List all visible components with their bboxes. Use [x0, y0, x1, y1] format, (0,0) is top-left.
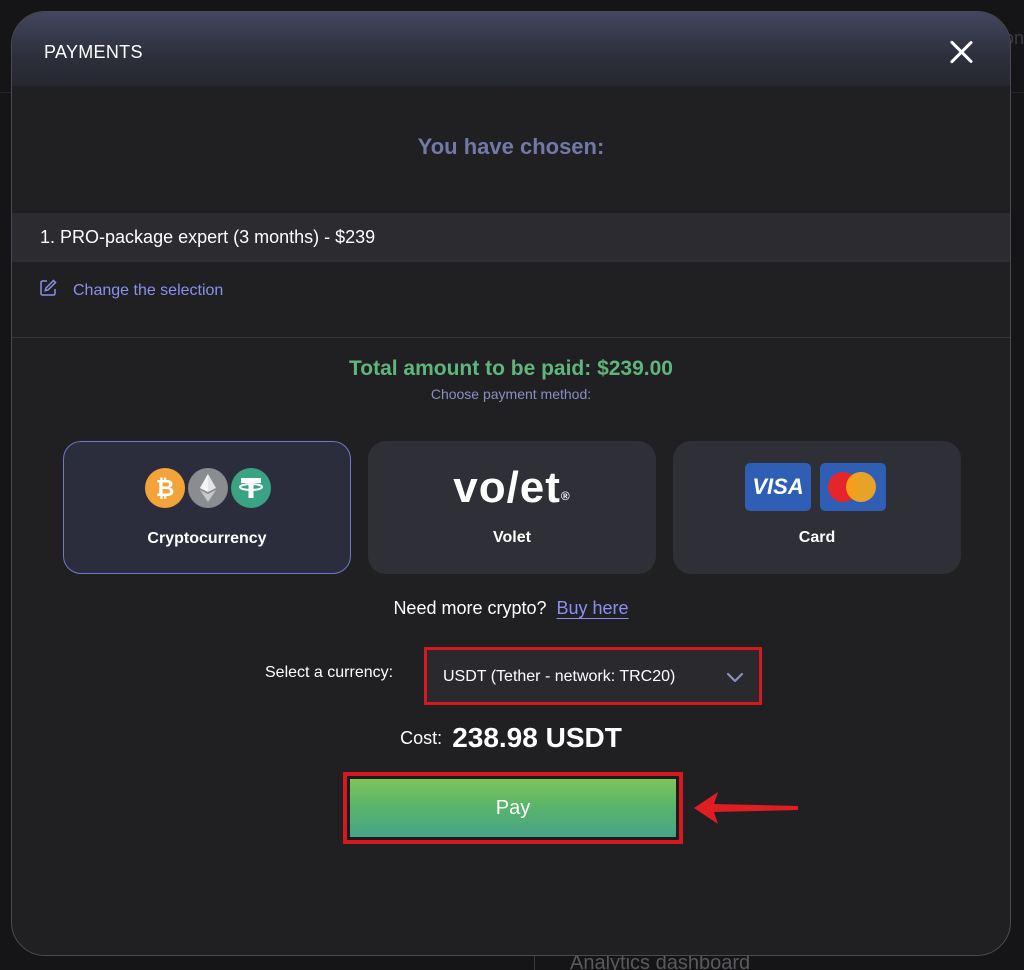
chevron-down-icon: [725, 670, 745, 684]
svg-text:₿: ₿: [156, 476, 175, 502]
modal-title: PAYMENTS: [44, 42, 143, 62]
section-divider: [12, 337, 1010, 338]
mastercard-icon: [820, 463, 886, 511]
change-selection-link[interactable]: Change the selection: [38, 278, 223, 303]
pointer-arrow-icon: [694, 792, 798, 824]
method-label: Volet: [493, 529, 531, 546]
method-card-card[interactable]: VISA Card: [673, 441, 961, 574]
cost-line: Cost: 238.98 USDT: [12, 722, 1010, 754]
close-icon[interactable]: [948, 39, 974, 65]
currency-select-label: Select a currency:: [265, 664, 394, 681]
currency-select[interactable]: USDT (Tether - network: TRC20): [424, 647, 762, 705]
chosen-heading: You have chosen:: [417, 134, 605, 159]
package-number: 1.: [40, 227, 56, 247]
buy-crypto-prompt: Need more crypto?: [393, 598, 547, 618]
crypto-icons: ₿: [145, 468, 271, 508]
modal-header: PAYMENTS: [12, 12, 1010, 86]
tether-icon: [231, 468, 271, 508]
bitcoin-icon: ₿: [145, 468, 185, 508]
volet-logo-text: vo/et: [453, 463, 561, 512]
currency-select-value: USDT (Tether - network: TRC20): [443, 668, 676, 685]
pay-button-highlight: Pay: [343, 772, 683, 844]
method-card-cryptocurrency[interactable]: ₿ Cryptocurrency: [63, 441, 351, 574]
buy-crypto-line: Need more crypto? Buy here: [12, 598, 1010, 619]
package-name: PRO-package expert (3 months) - $239: [60, 227, 376, 247]
choose-method-label: Choose payment method:: [430, 386, 592, 402]
card-logos: VISA: [745, 463, 886, 511]
buy-here-link[interactable]: Buy here: [557, 598, 629, 618]
cost-value: 238.98 USDT: [452, 722, 622, 753]
visa-icon: VISA: [745, 463, 811, 511]
pay-button[interactable]: Pay: [350, 779, 676, 837]
cost-label: Cost:: [400, 728, 443, 748]
method-label: Card: [798, 529, 836, 546]
payments-modal: PAYMENTS You have chosen: 1. PRO-package…: [11, 11, 1011, 956]
selected-package-row: 1. PRO-package expert (3 months) - $239: [12, 213, 1010, 262]
change-selection-label: Change the selection: [73, 281, 224, 299]
selected-package-text: 1. PRO-package expert (3 months) - $239: [40, 227, 375, 248]
volet-logo: vo/et®: [453, 463, 571, 512]
total-amount: Total amount to be paid: $239.00: [348, 357, 673, 380]
method-label: Cryptocurrency: [147, 530, 267, 547]
edit-icon: [38, 278, 58, 303]
ethereum-icon: [188, 468, 228, 508]
method-card-volet[interactable]: vo/et® Volet: [368, 441, 656, 574]
